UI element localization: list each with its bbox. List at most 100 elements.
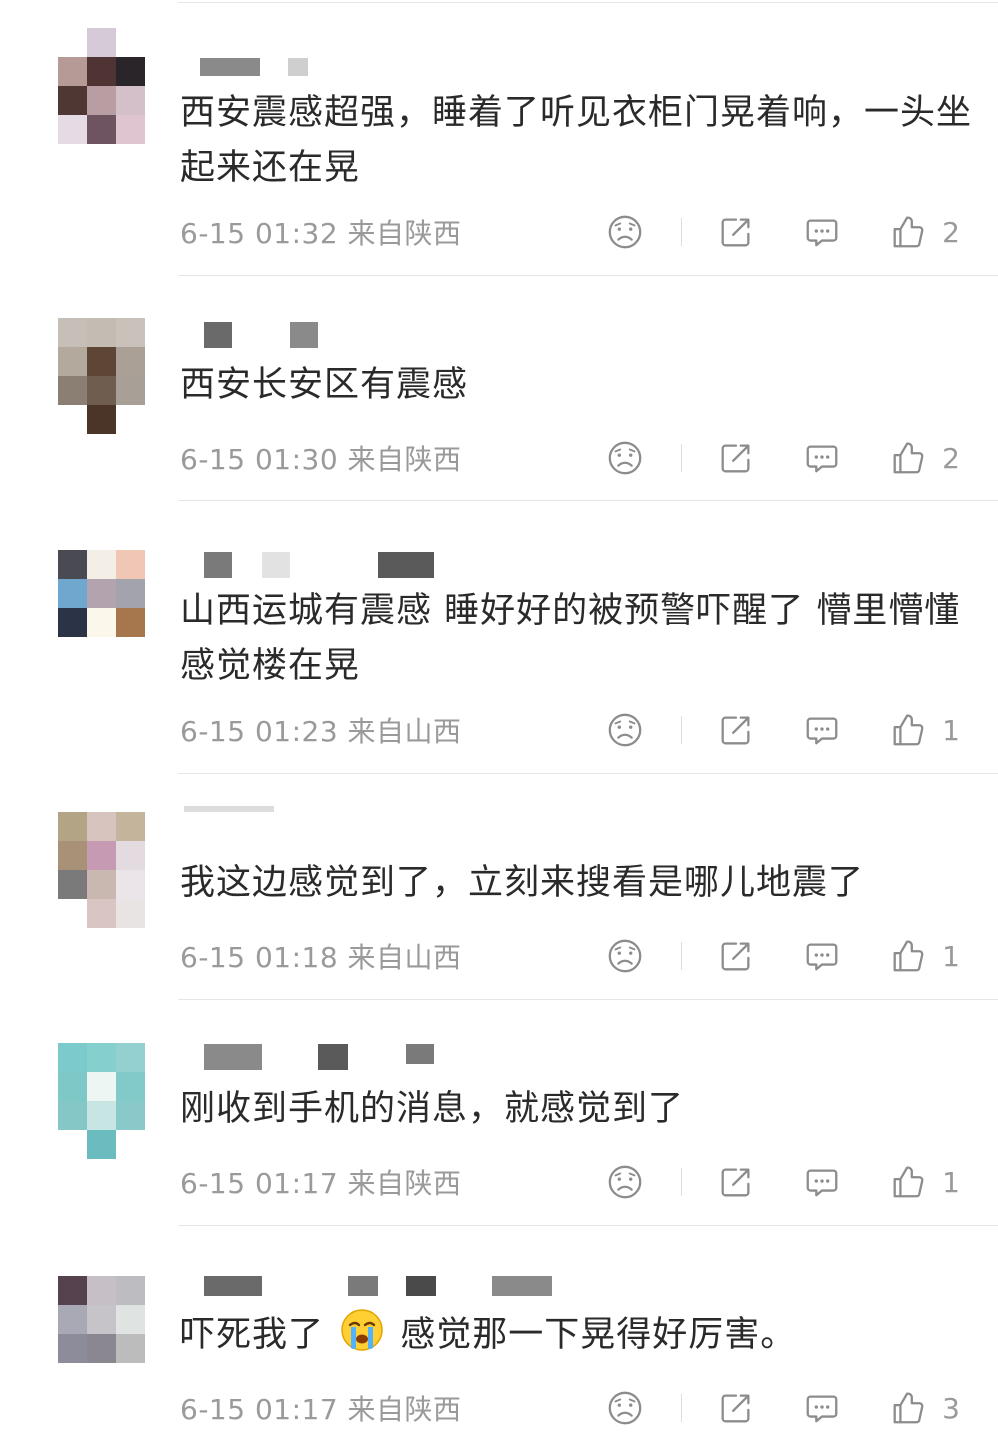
share-button[interactable]: [716, 212, 756, 252]
comment-location: 来自山西: [347, 715, 462, 748]
share-icon: [717, 937, 755, 975]
comment-bubble-icon: [803, 711, 841, 749]
reply-button[interactable]: [802, 710, 842, 750]
comment-bubble-icon: [803, 1163, 841, 1201]
thumbs-up-icon: [889, 1389, 927, 1427]
share-button[interactable]: [716, 438, 756, 478]
reply-button[interactable]: [802, 438, 842, 478]
avatar[interactable]: [58, 550, 145, 666]
comment-text: 西安长安区有震感: [180, 365, 469, 405]
share-button[interactable]: [716, 936, 756, 976]
sad-face-icon: [606, 1389, 644, 1427]
like-count: 2: [942, 441, 960, 475]
comment-text: 山西运城有震感 睡好好的被预警吓醒了 懵里懵懂感觉楼在晃: [180, 591, 961, 686]
divider: [178, 1225, 998, 1226]
dislike-button[interactable]: [605, 1162, 645, 1202]
thumbs-up-icon: [889, 711, 927, 749]
thumbs-up-icon: [889, 1163, 927, 1201]
reply-button[interactable]: [802, 1162, 842, 1202]
comment-actions: 3: [605, 1388, 960, 1428]
action-separator: [681, 1168, 683, 1196]
dislike-button[interactable]: [605, 710, 645, 750]
comment-meta: 6-15 01:23 来自山西: [180, 710, 462, 750]
sad-face-icon: [606, 439, 644, 477]
like-button[interactable]: [888, 710, 928, 750]
comment-time: 6-15 01:23: [180, 715, 339, 748]
like-count: 2: [942, 215, 960, 249]
divider: [178, 773, 998, 774]
comment-actions: 1: [605, 710, 960, 750]
action-separator: [681, 716, 683, 744]
divider: [178, 999, 998, 1000]
crying-emoji-icon: [341, 1309, 383, 1351]
comment-location: 来自陕西: [347, 1393, 462, 1426]
share-button[interactable]: [716, 710, 756, 750]
share-icon: [717, 439, 755, 477]
divider: [178, 500, 998, 501]
comment-actions: 2: [605, 212, 960, 252]
comment-location: 来自陕西: [347, 443, 462, 476]
dislike-button[interactable]: [605, 1388, 645, 1428]
like-button[interactable]: [888, 438, 928, 478]
sad-face-icon: [606, 711, 644, 749]
reply-button[interactable]: [802, 212, 842, 252]
share-button[interactable]: [716, 1162, 756, 1202]
like-count: 1: [942, 713, 960, 747]
top-divider: [178, 2, 998, 3]
like-button[interactable]: [888, 1388, 928, 1428]
reply-button[interactable]: [802, 1388, 842, 1428]
avatar[interactable]: [58, 812, 145, 928]
comment-time: 6-15 01:17: [180, 1393, 339, 1426]
comment-text: 西安震感超强，睡着了听见衣柜门晃着响，一头坐起来还在晃: [180, 93, 973, 188]
comment-text-part: 吓死我了: [180, 1315, 325, 1355]
comment-time: 6-15 01:30: [180, 443, 339, 476]
comment-location: 来自陕西: [347, 217, 462, 250]
comment-meta: 6-15 01:18 来自山西: [180, 936, 462, 976]
sad-face-icon: [606, 213, 644, 251]
thumbs-up-icon: [889, 213, 927, 251]
comment-meta: 6-15 01:17 来自陕西: [180, 1162, 462, 1202]
comment-actions: 1: [605, 1162, 960, 1202]
comment-meta: 6-15 01:32 来自陕西: [180, 212, 462, 252]
sad-face-icon: [606, 937, 644, 975]
avatar[interactable]: [58, 1276, 145, 1392]
action-separator: [681, 444, 683, 472]
share-button[interactable]: [716, 1388, 756, 1428]
like-count: 3: [942, 1391, 960, 1425]
dislike-button[interactable]: [605, 936, 645, 976]
share-icon: [717, 213, 755, 251]
comment-location: 来自陕西: [347, 1167, 462, 1200]
comment-meta: 6-15 01:17 来自陕西: [180, 1388, 462, 1428]
dislike-button[interactable]: [605, 212, 645, 252]
comment-location: 来自山西: [347, 941, 462, 974]
comment-bubble-icon: [803, 439, 841, 477]
comment-time: 6-15 01:32: [180, 217, 339, 250]
comment-time: 6-15 01:18: [180, 941, 339, 974]
like-button[interactable]: [888, 936, 928, 976]
comment-text: 刚收到手机的消息，就感觉到了: [180, 1089, 685, 1129]
comment-bubble-icon: [803, 213, 841, 251]
share-icon: [717, 1163, 755, 1201]
like-button[interactable]: [888, 212, 928, 252]
comment-actions: 2: [605, 438, 960, 478]
share-icon: [717, 711, 755, 749]
avatar[interactable]: [58, 318, 145, 434]
dislike-button[interactable]: [605, 438, 645, 478]
like-button[interactable]: [888, 1162, 928, 1202]
comment-text: 我这边感觉到了，立刻来搜看是哪儿地震了: [180, 863, 865, 903]
comment-meta: 6-15 01:30 来自陕西: [180, 438, 462, 478]
share-icon: [717, 1389, 755, 1427]
like-count: 1: [942, 1165, 960, 1199]
avatar[interactable]: [58, 1043, 145, 1159]
avatar[interactable]: [58, 28, 145, 144]
comment-text: 吓死我了 感觉那一下晃得好厉害。: [180, 1308, 980, 1363]
comment-actions: 1: [605, 936, 960, 976]
comment-bubble-icon: [803, 1389, 841, 1427]
like-count: 1: [942, 939, 960, 973]
reply-button[interactable]: [802, 936, 842, 976]
comment-time: 6-15 01:17: [180, 1167, 339, 1200]
sad-face-icon: [606, 1163, 644, 1201]
action-separator: [681, 218, 683, 246]
thumbs-up-icon: [889, 439, 927, 477]
thumbs-up-icon: [889, 937, 927, 975]
